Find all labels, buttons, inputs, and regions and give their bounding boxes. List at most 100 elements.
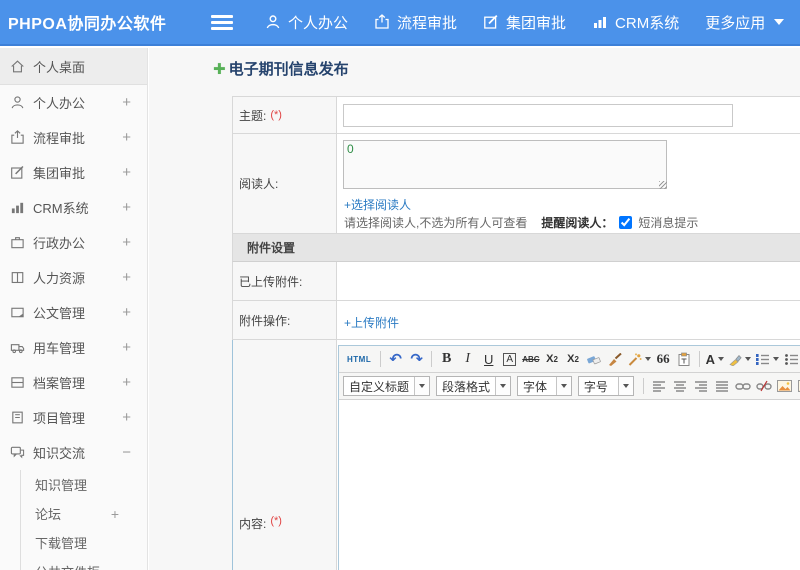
nav-more-apps[interactable]: 更多应用: [705, 12, 785, 33]
html-source-button[interactable]: HTML: [343, 349, 375, 369]
subscript-button[interactable]: X2: [564, 349, 583, 369]
collapse-toggle[interactable]: −: [122, 444, 131, 461]
redo-button[interactable]: ↷: [407, 349, 426, 369]
person-icon: [265, 14, 281, 30]
editor-content-area[interactable]: [339, 400, 800, 570]
expand-toggle[interactable]: +: [122, 234, 131, 251]
sidebar-subitem-label: 公共文件柜: [35, 562, 100, 570]
sidebar-item-personal-office[interactable]: 个人办公 +: [0, 85, 147, 120]
align-center-button[interactable]: [670, 376, 689, 396]
sidebar-subitem-knowledge-mgmt[interactable]: 知识管理: [21, 470, 147, 499]
editor-toolbar-row1: HTML ↶ ↷ B I U A ABC X2 X2 66 A: [339, 346, 800, 373]
truck-icon: [9, 340, 25, 356]
font-size-select[interactable]: 字号: [577, 376, 634, 396]
blockquote-button[interactable]: 66: [654, 349, 673, 369]
form-row-readers: 阅读人: 0 +选择阅读人 请选择阅读人,不选为所有人可查看 提醒阅读人： 短消…: [232, 134, 800, 234]
attachment-ops-label: 附件操作:: [233, 301, 337, 339]
eraser-button[interactable]: [585, 349, 604, 369]
expand-toggle[interactable]: +: [111, 506, 119, 522]
plus-icon: ✚: [213, 60, 226, 78]
readers-textarea[interactable]: 0: [343, 140, 667, 189]
autoformat-wand-button[interactable]: [627, 349, 652, 369]
sms-notify-label: 短消息提示: [638, 216, 699, 230]
expand-toggle[interactable]: +: [122, 129, 131, 146]
sidebar-item-desktop[interactable]: 个人桌面: [0, 48, 147, 85]
form-row-attachment-ops: 附件操作: +上传附件: [232, 301, 800, 340]
font-style-button[interactable]: A: [500, 349, 519, 369]
italic-button[interactable]: I: [458, 349, 477, 369]
book-icon: [9, 270, 25, 286]
remove-link-button[interactable]: [754, 376, 773, 396]
remind-readers-label: 提醒阅读人：: [541, 216, 614, 230]
sidebar-item-admin-office[interactable]: 行政办公 +: [0, 225, 147, 260]
insert-image-button[interactable]: [775, 376, 794, 396]
paragraph-format-select[interactable]: 段落格式: [436, 376, 512, 396]
expand-toggle[interactable]: +: [122, 339, 131, 356]
format-brush-button[interactable]: [606, 349, 625, 369]
bold-button[interactable]: B: [437, 349, 456, 369]
insert-media-button[interactable]: [796, 376, 800, 396]
uploaded-attachments-value: [337, 262, 800, 300]
sms-notify-checkbox[interactable]: [619, 216, 633, 229]
publish-form: 主题: (*) 阅读人: 0 +选择阅读人 请选择阅读人,不选为所有人可查看 提…: [232, 96, 800, 570]
chevron-down-icon: [414, 377, 430, 395]
sidebar-item-label: 集团审批: [33, 166, 86, 181]
expand-toggle[interactable]: +: [122, 304, 131, 321]
archive-icon: [9, 375, 25, 391]
sidebar-item-archive-mgmt[interactable]: 档案管理 +: [0, 365, 147, 400]
sidebar-item-group-approval[interactable]: 集团审批 +: [0, 155, 147, 190]
subject-input[interactable]: [343, 104, 733, 127]
nav-label: 集团审批: [506, 14, 567, 32]
top-header: PHPOA协同办公软件 个人办公 流程审批 集团审批 CRM系统 更多应用: [0, 0, 800, 46]
select-readers-link[interactable]: +选择阅读人: [344, 196, 411, 213]
hamburger-menu-icon[interactable]: [211, 14, 233, 30]
sidebar-subitem-forum[interactable]: 论坛 +: [21, 499, 147, 528]
upload-attachment-link[interactable]: +上传附件: [344, 314, 399, 331]
bar-chart-icon: [9, 200, 25, 216]
sidebar-item-label: 人力资源: [33, 271, 86, 286]
nav-crm-system[interactable]: CRM系统: [592, 12, 679, 33]
insert-link-button[interactable]: [733, 376, 752, 396]
nav-personal-office[interactable]: 个人办公: [265, 12, 348, 33]
align-right-button[interactable]: [691, 376, 710, 396]
align-justify-button[interactable]: [712, 376, 731, 396]
form-row-uploaded-attachments: 已上传附件:: [232, 262, 800, 301]
underline-button[interactable]: U: [479, 349, 498, 369]
ordered-list-button[interactable]: [754, 349, 780, 369]
sidebar-item-project-mgmt[interactable]: 项目管理 +: [0, 400, 147, 435]
expand-toggle[interactable]: +: [122, 269, 131, 286]
align-left-button[interactable]: [649, 376, 668, 396]
chevron-down-icon: [644, 357, 651, 361]
undo-button[interactable]: ↶: [386, 349, 405, 369]
readers-hint: 请选择阅读人,不选为所有人可查看: [344, 216, 528, 230]
sidebar-item-crm[interactable]: CRM系统 +: [0, 190, 147, 225]
sidebar-item-workflow-approval[interactable]: 流程审批 +: [0, 120, 147, 155]
sidebar-item-hr[interactable]: 人力资源 +: [0, 260, 147, 295]
sidebar-item-document-mgmt[interactable]: 公文管理 +: [0, 295, 147, 330]
notebook-icon: [9, 410, 25, 426]
highlight-color-button[interactable]: [727, 349, 752, 369]
nav-group-approval[interactable]: 集团审批: [483, 12, 566, 33]
expand-toggle[interactable]: +: [122, 94, 131, 111]
nav-workflow-approval[interactable]: 流程审批: [374, 12, 457, 33]
sidebar-item-knowledge-exchange[interactable]: 知识交流 −: [0, 435, 147, 470]
bullet-list-button[interactable]: [782, 349, 800, 369]
superscript-button[interactable]: X2: [543, 349, 562, 369]
chevron-down-icon: [744, 357, 751, 361]
expand-toggle[interactable]: +: [122, 199, 131, 216]
attachment-section-header: 附件设置: [232, 234, 800, 262]
font-color-button[interactable]: A: [705, 349, 725, 369]
expand-toggle[interactable]: +: [122, 164, 131, 181]
strikethrough-button[interactable]: ABC: [521, 349, 540, 369]
expand-toggle[interactable]: +: [122, 374, 131, 391]
sidebar-subitem-public-cabinet[interactable]: 公共文件柜: [21, 557, 147, 570]
expand-toggle[interactable]: +: [122, 409, 131, 426]
sidebar-item-vehicle-mgmt[interactable]: 用车管理 +: [0, 330, 147, 365]
sidebar-item-label: 个人办公: [33, 96, 86, 111]
paste-as-text-button[interactable]: [675, 349, 694, 369]
required-mark: (*): [270, 109, 282, 121]
sidebar-subitem-download-mgmt[interactable]: 下载管理: [21, 528, 147, 557]
style-select[interactable]: 自定义标题: [343, 376, 431, 396]
font-family-select[interactable]: 字体: [517, 376, 572, 396]
required-mark: (*): [270, 515, 282, 527]
